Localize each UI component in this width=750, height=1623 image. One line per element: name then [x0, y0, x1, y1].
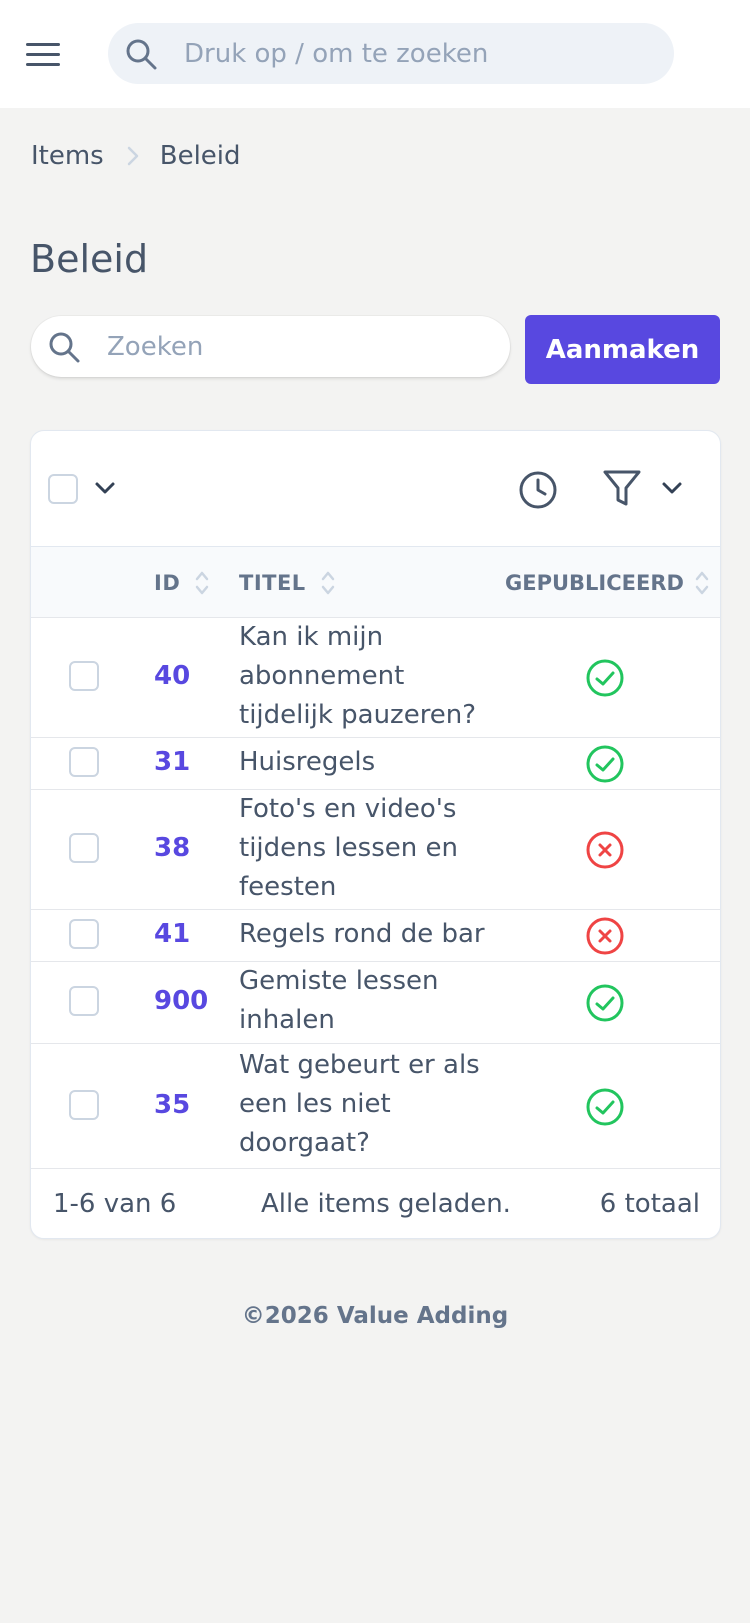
row-checkbox[interactable] — [69, 1089, 99, 1120]
table-search-input[interactable] — [107, 316, 497, 377]
global-search[interactable] — [108, 23, 674, 84]
chevron-right-icon — [126, 144, 140, 168]
row-checkbox[interactable] — [69, 833, 99, 863]
row-checkbox[interactable] — [69, 986, 99, 1016]
select-all-checkbox[interactable] — [48, 474, 78, 504]
search-icon — [49, 332, 80, 363]
load-status: Alle items geladen. — [261, 1189, 511, 1219]
total-count: 6 totaal — [599, 1189, 700, 1219]
table-toolbar — [31, 431, 720, 547]
row-title: Regels rond de bar — [239, 918, 485, 949]
table-row[interactable]: 35 Wat gebeurt er als een les niet doorga… — [31, 1044, 720, 1169]
breadcrumb-current: Beleid — [159, 141, 241, 171]
row-title: Kan ik mijn abonnement tijdelijk pauzere… — [239, 621, 477, 730]
row-id-link[interactable]: 35 — [154, 1090, 190, 1120]
table-row[interactable]: 31 Huisregels — [31, 738, 720, 790]
create-button[interactable]: Aanmaken — [525, 315, 720, 384]
table-row[interactable]: 41 Regels rond de bar — [31, 910, 720, 962]
row-id-link[interactable]: 31 — [154, 747, 190, 777]
table-row[interactable]: 38 Foto's en video's tijdens lessen en fe… — [31, 790, 720, 910]
sort-icon — [320, 569, 336, 597]
clock-icon[interactable] — [518, 470, 558, 510]
row-id-link[interactable]: 38 — [154, 833, 190, 863]
table-header: ID TITEL GEPUBLICEERD — [31, 547, 720, 618]
row-title: Huisregels — [239, 746, 376, 777]
filter-icon[interactable] — [602, 468, 642, 510]
sort-icon — [694, 569, 710, 597]
row-id-link[interactable]: 900 — [154, 986, 208, 1016]
pagination-range: 1-6 van 6 — [53, 1189, 177, 1219]
copyright: ©2026 Value Adding — [241, 1303, 509, 1329]
search-icon — [126, 39, 157, 70]
published-check-icon — [585, 1087, 625, 1131]
row-id-link[interactable]: 41 — [154, 919, 190, 949]
published-check-icon — [585, 744, 625, 788]
table-row[interactable]: 900 Gemiste lessen inhalen — [31, 962, 720, 1044]
column-header-published[interactable]: GEPUBLICEERD — [505, 547, 710, 618]
breadcrumb-items-link[interactable]: Items — [31, 141, 104, 171]
filter-chevron-down-icon[interactable] — [661, 480, 683, 496]
published-check-icon — [585, 658, 625, 702]
global-search-input[interactable] — [184, 23, 654, 84]
hamburger-menu-icon[interactable] — [22, 34, 64, 74]
row-title: Gemiste lessen inhalen — [239, 966, 439, 1035]
column-header-id[interactable]: ID — [154, 547, 210, 618]
row-title: Foto's en video's tijdens lessen en fees… — [239, 793, 458, 902]
breadcrumb: Items Beleid — [31, 138, 241, 174]
column-header-id-label: ID — [154, 570, 181, 595]
chevron-down-icon[interactable] — [94, 480, 116, 496]
page-title: Beleid — [30, 237, 149, 281]
row-checkbox[interactable] — [69, 661, 99, 691]
column-header-title-label: TITEL — [239, 570, 306, 595]
column-header-title[interactable]: TITEL — [239, 547, 336, 618]
top-bar — [0, 0, 750, 108]
row-checkbox[interactable] — [69, 747, 99, 777]
unpublished-cross-icon — [585, 916, 625, 960]
published-check-icon — [585, 983, 625, 1027]
sort-icon — [194, 569, 210, 597]
table-row[interactable]: 40 Kan ik mijn abonnement tijdelijk pauze… — [31, 618, 720, 738]
row-id-link[interactable]: 40 — [154, 661, 190, 691]
table-search[interactable] — [31, 316, 510, 377]
unpublished-cross-icon — [585, 830, 625, 874]
table-footer: 1-6 van 6 Alle items geladen. 6 totaal — [31, 1169, 720, 1238]
resource-table-card: ID TITEL GEPUBLICEERD 40 Kan ik mijn abon… — [30, 430, 721, 1239]
row-title: Wat gebeurt er als een les niet doorgaat… — [239, 1050, 480, 1158]
column-header-published-label: GEPUBLICEERD — [505, 570, 684, 595]
row-checkbox[interactable] — [69, 919, 99, 949]
